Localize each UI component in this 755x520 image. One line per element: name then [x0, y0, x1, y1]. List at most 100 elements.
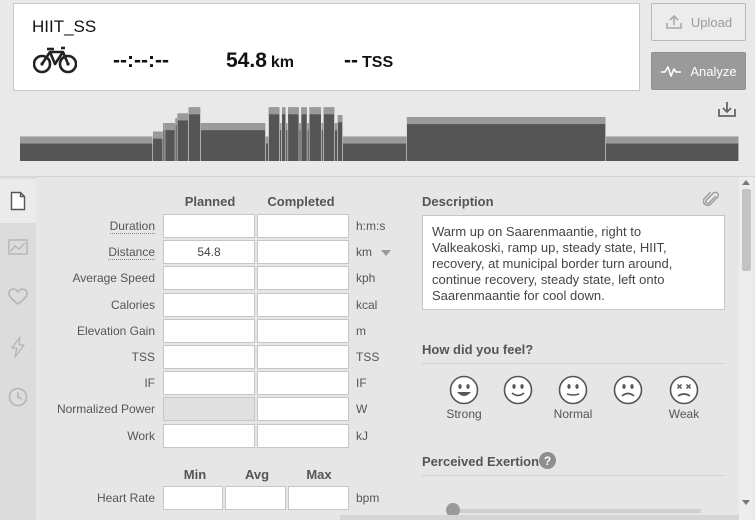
distance-planned-input[interactable]: 54.8 [163, 240, 255, 264]
average-speed-planned-input[interactable] [163, 266, 255, 290]
duration-planned-input[interactable] [163, 214, 255, 238]
feeling-divider [422, 363, 725, 364]
exertion-slider-track[interactable] [453, 509, 701, 513]
tab-history[interactable] [0, 375, 36, 419]
workout-structure-svg [20, 107, 739, 161]
if-unit: IF [356, 376, 367, 390]
elevation-gain-planned-input[interactable] [163, 319, 255, 343]
feeling-option[interactable] [613, 375, 643, 405]
workout-summary-card: HIIT_SS --:--:-- 54.8 km -- TSS [13, 3, 640, 91]
duration-metric: --:--:-- [113, 49, 169, 73]
clock-icon [8, 387, 28, 407]
feeling-option[interactable] [503, 375, 533, 405]
normalized-power-label: Normalized Power [56, 402, 155, 416]
tab-charts[interactable] [0, 225, 36, 269]
normalized-power-unit: W [356, 402, 368, 416]
tss-label: TSS [131, 350, 155, 364]
normalized-power-completed-input[interactable] [257, 397, 349, 421]
scrollbar-thumb[interactable] [742, 189, 751, 271]
average-speed-completed-input[interactable] [257, 266, 349, 290]
col-header-completed: Completed [267, 194, 335, 209]
workout-step-bar[interactable] [268, 107, 280, 161]
if-planned-input[interactable] [163, 371, 255, 395]
col-header-avg: Avg [244, 467, 270, 482]
scroll-down-arrow[interactable] [742, 500, 750, 505]
workout-step-bar[interactable] [177, 113, 188, 161]
very-happy-face-icon [449, 375, 479, 405]
heart-rate-max-input[interactable] [288, 486, 349, 510]
document-icon [10, 191, 26, 211]
lightning-icon [11, 336, 25, 358]
work-label: Work [127, 429, 155, 443]
analyze-button[interactable]: Analyze [651, 52, 746, 90]
distance-unit: km [270, 54, 294, 71]
sad-face-icon [613, 375, 643, 405]
chart-icon [8, 239, 28, 255]
workout-title[interactable]: HIIT_SS [32, 17, 96, 37]
workout-details-panel: Planned Completed Duration h:m:s Distance 5… [0, 176, 755, 520]
upload-button[interactable]: Upload [651, 3, 746, 41]
distance-label[interactable]: Distance [108, 245, 155, 260]
workout-step-band [288, 107, 299, 115]
feeling-option[interactable] [669, 375, 699, 405]
feeling-title: How did you feel? [422, 342, 534, 357]
workout-step-bar[interactable] [309, 107, 322, 161]
work-completed-input[interactable] [257, 424, 349, 448]
workout-step-band [163, 123, 165, 131]
tss-unit: TSS [362, 54, 394, 71]
workout-step-band [334, 123, 338, 131]
workout-step-bar[interactable] [282, 107, 286, 161]
workout-step-bar[interactable] [301, 107, 307, 161]
exertion-title: Perceived Exertion [422, 454, 540, 469]
paperclip-icon[interactable] [703, 191, 721, 209]
help-icon[interactable]: ? [539, 452, 556, 469]
duration-completed-input[interactable] [257, 214, 349, 238]
bike-icon [33, 46, 77, 74]
workout-step-band [323, 107, 335, 115]
exertion-divider [422, 475, 725, 476]
calories-unit: kcal [356, 298, 378, 312]
heart-rate-avg-input[interactable] [225, 486, 286, 510]
workout-step-band [605, 136, 739, 144]
tab-details[interactable] [0, 179, 36, 223]
workout-step-bar[interactable] [323, 107, 335, 161]
distance-unit-dropdown-icon[interactable] [381, 250, 391, 256]
tab-health[interactable] [0, 275, 36, 319]
distance-metric: 54.8 km [226, 49, 294, 73]
feeling-label: Normal [553, 407, 593, 421]
workout-step-bar[interactable] [188, 107, 201, 161]
feeling-option[interactable] [449, 375, 479, 405]
workout-step-band [286, 123, 288, 131]
heart-rate-min-input[interactable] [163, 486, 223, 510]
tss-completed-input[interactable] [257, 345, 349, 369]
work-planned-input[interactable] [163, 424, 255, 448]
workout-step-band [20, 136, 153, 144]
duration-value: --:--:-- [113, 49, 169, 72]
happy-face-icon [503, 375, 533, 405]
workout-step-band [175, 118, 177, 126]
feeling-option[interactable] [558, 375, 588, 405]
duration-label[interactable]: Duration [109, 219, 155, 234]
description-textarea[interactable]: Warm up on Saarenmaantie, right to Valke… [422, 215, 725, 310]
tab-power[interactable] [0, 325, 36, 369]
average-speed-label: Average Speed [72, 271, 155, 285]
heart-rate-unit: bpm [356, 491, 380, 505]
workout-step-band [188, 107, 201, 115]
calories-planned-input[interactable] [163, 293, 255, 317]
duration-unit: h:m:s [356, 219, 386, 233]
heart-rate-label: Heart Rate [96, 491, 155, 505]
tss-value: -- [344, 49, 358, 72]
elevation-gain-label: Elevation Gain [76, 324, 155, 338]
workout-step-bar[interactable] [288, 107, 299, 161]
workout-step-band [307, 123, 309, 131]
tss-planned-input[interactable] [163, 345, 255, 369]
calories-completed-input[interactable] [257, 293, 349, 317]
workout-structure-chart[interactable] [20, 100, 739, 161]
if-completed-input[interactable] [257, 371, 349, 395]
workout-step-band [309, 107, 322, 115]
elevation-gain-completed-input[interactable] [257, 319, 349, 343]
side-tab-bar [0, 177, 36, 520]
distance-completed-input[interactable] [257, 240, 349, 264]
scroll-up-arrow[interactable] [742, 180, 750, 185]
pulse-icon [661, 66, 682, 77]
